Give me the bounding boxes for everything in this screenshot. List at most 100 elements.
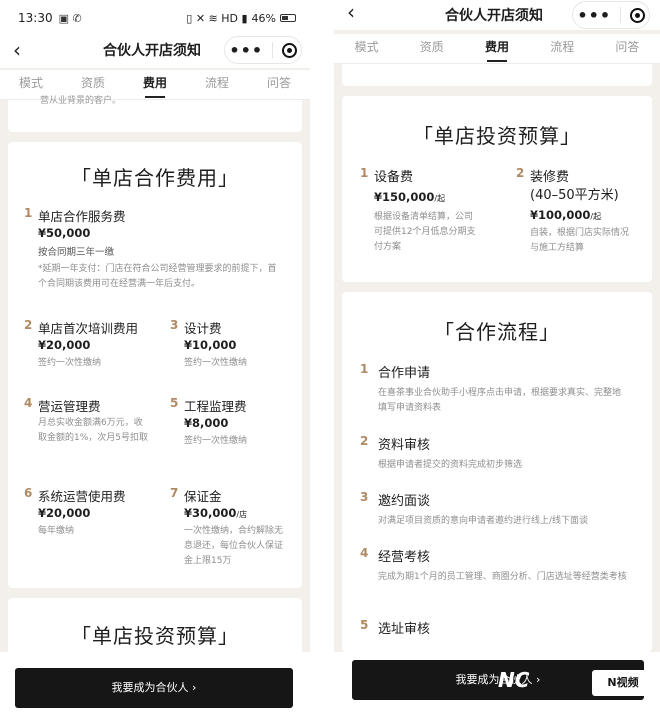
flow-step-3: 3 邀约面谈 对满足项目资质的意向申请者邀约进行线上/线下面谈 (360, 490, 640, 530)
fee-card-title: 「单店合作费用」 (71, 166, 239, 190)
invest-item-area: (40–50平方米) (530, 188, 619, 203)
tab-faq[interactable]: 问答 (248, 70, 310, 99)
n-video-watermark-logo: N视频 (592, 670, 654, 696)
close-target-icon[interactable] (281, 42, 297, 58)
invest-item-desc: 根据设备清单结算，公司可提供12个月低息分期支付方案 (374, 212, 476, 252)
previous-card-text: 营从业背景的客户。 (40, 96, 122, 106)
fee-item-name: 保证金 (184, 489, 222, 504)
flow-step-1: 1 合作申请 在喜茶事业合伙助手小程序点击申请，根据要求真实、完整地填写申请资料… (360, 362, 640, 422)
fee-item-price: ¥30,000/店 (184, 506, 247, 520)
tab-mode[interactable]: 模式 (334, 34, 399, 63)
previous-card-fragment (342, 64, 652, 86)
fee-item-number: 7 (170, 486, 179, 500)
battery-icon (280, 14, 296, 22)
fee-deferral-note: *延期一年支付：门店在符合公司经营管理要求的前提下，首个合同期该费用可在经营满一… (38, 264, 277, 289)
more-dots-icon[interactable]: ••• (229, 41, 263, 60)
fee-item-price: ¥10,000 (184, 338, 237, 352)
invest-item-desc: 自装，根据门店实际情况与施工方结算 (530, 228, 630, 253)
fee-item-name: 系统运营使用费 (38, 489, 126, 504)
close-target-icon[interactable] (629, 7, 645, 23)
fee-item-name: 设计费 (184, 321, 222, 336)
flow-step-4: 4 经营考核 完成为期1个月的员工管理、商圈分析、门店选址等经营类考核 (360, 546, 640, 606)
fee-item-name: 单店首次培训费用 (38, 321, 139, 336)
price-value: ¥150,000 (374, 190, 435, 204)
previous-card-fragment: 营从业背景的客户。 (8, 96, 302, 132)
invest-item-price: ¥150,000/起 (374, 190, 445, 204)
become-partner-button[interactable]: 我要成为合伙人 › (15, 668, 293, 708)
invest-item-name: 装修费 (530, 170, 570, 185)
right-screenshot: ‹ 合伙人开店须知 ••• 模式 资质 费用 流程 问答 「单店投资预算」 1 … (334, 0, 660, 716)
fee-item-price: ¥20,000 (38, 338, 91, 352)
flow-step-2: 2 资料审核 根据申请者提交的资料完成初步筛选 (360, 434, 640, 474)
fee-item-desc: 签约一次性缴纳 (38, 358, 102, 368)
fee-item-name: 工程监理费 (184, 399, 247, 414)
status-notification-icons: ▣ ✆ (58, 11, 82, 25)
flow-step-number: 1 (360, 362, 369, 376)
fee-item-desc: 一次性缴纳，合约解除无息退还，每位合伙人保证金上限15万 (184, 526, 284, 566)
flow-card: 「合作流程」 1 合作申请 在喜茶事业合伙助手小程序点击申请，根据要求真实、完整… (342, 292, 652, 652)
title-bar: ‹ 合伙人开店须知 ••• (334, 0, 660, 30)
flow-card-title: 「合作流程」 (434, 320, 560, 344)
fee-card: 「单店合作费用」 1 单店合作服务费 ¥50,000 按合同期三年一缴 *延期一… (8, 142, 302, 588)
invest-item-number: 2 (516, 166, 525, 180)
back-chevron-icon[interactable]: ‹ (0, 38, 34, 62)
flow-step-name: 资料审核 (378, 438, 431, 453)
flow-step-name: 邀约面谈 (378, 494, 431, 509)
fee-item-desc: 签约一次性缴纳 (184, 358, 248, 368)
flow-step-name: 合作申请 (378, 366, 431, 381)
flow-step-name: 经营考核 (378, 550, 431, 565)
flow-step-number: 5 (360, 618, 369, 632)
invest-item-name: 设备费 (374, 170, 414, 185)
mini-program-capsule: ••• (572, 1, 650, 29)
tab-fees[interactable]: 费用 (464, 34, 529, 63)
price-unit: /店 (236, 510, 248, 519)
capsule-divider (619, 7, 621, 23)
mini-program-capsule: ••• (224, 36, 302, 64)
fee-item-3: 3 设计费 ¥10,000 签约一次性缴纳 (170, 318, 288, 378)
fee-item-desc: 签约一次性缴纳 (184, 436, 248, 446)
fee-item-number: 6 (24, 486, 33, 500)
tab-fees[interactable]: 费用 (124, 70, 186, 99)
status-right: ▯ ✕ ≋ HD ▮ 46% (186, 12, 296, 25)
invest-card-preview: 「单店投资预算」 (8, 598, 302, 658)
tab-qualification[interactable]: 资质 (399, 34, 464, 63)
back-chevron-icon[interactable]: ‹ (334, 0, 368, 24)
capsule-divider (271, 42, 273, 58)
invest-item-2: 2 装修费 (40–50平方米) ¥100,000/起 自装，根据门店实际情况与… (516, 166, 646, 266)
signal-wifi-icon: ▯ ✕ ≋ HD ▮ (186, 11, 248, 25)
invest-item-number: 1 (360, 166, 369, 180)
fee-item-6: 6 系统运营使用费 ¥20,000 每年缴纳 (24, 486, 164, 546)
fee-item-4: 4 营运管理费 月总实收金额满6万元，收取金额的1%，次月5号扣取 (24, 396, 164, 466)
tab-bar: 模式 资质 费用 流程 问答 (334, 34, 660, 64)
fee-item-desc: 月总实收金额满6万元，收取金额的1%，次月5号扣取 (38, 418, 149, 443)
fee-item-number: 3 (170, 318, 179, 332)
invest-card: 「单店投资预算」 1 设备费 ¥150,000/起 根据设备清单结算，公司可提供… (342, 96, 652, 282)
tab-process[interactable]: 流程 (186, 70, 248, 99)
fee-item-number: 1 (24, 206, 33, 220)
flow-step-desc: 完成为期1个月的员工管理、商圈分析、门店选址等经营类考核 (378, 572, 627, 582)
battery-level: 46% (251, 11, 276, 25)
status-bar: 13:30 ▣ ✆ ▯ ✕ ≋ HD ▮ 46% (0, 0, 310, 36)
fee-item-desc: 每年缴纳 (38, 526, 75, 536)
flow-step-desc: 对满足项目资质的意向申请者邀约进行线上/线下面谈 (378, 516, 589, 526)
fee-item-number: 5 (170, 396, 179, 410)
invest-item-1: 1 设备费 ¥150,000/起 根据设备清单结算，公司可提供12个月低息分期支… (360, 166, 500, 266)
flow-step-number: 4 (360, 546, 369, 560)
flow-step-number: 3 (360, 490, 369, 504)
flow-step-5: 5 选址审核 (360, 618, 640, 642)
tab-process[interactable]: 流程 (530, 34, 595, 63)
price-value: ¥100,000 (530, 208, 591, 222)
price-value: ¥30,000 (184, 506, 237, 520)
fee-item-price: ¥8,000 (184, 416, 229, 430)
fee-item-number: 4 (24, 396, 33, 410)
price-unit: /起 (590, 212, 602, 221)
flow-step-desc: 根据申请者提交的资料完成初步筛选 (378, 460, 523, 470)
left-screenshot: 13:30 ▣ ✆ ▯ ✕ ≋ HD ▮ 46% ‹ 合伙人开店须知 ••• 模… (0, 0, 310, 716)
fee-item-price: ¥50,000 (38, 226, 91, 240)
fee-item-7: 7 保证金 ¥30,000/店 一次性缴纳，合约解除无息退还，每位合伙人保证金上… (170, 486, 290, 576)
more-dots-icon[interactable]: ••• (577, 6, 611, 25)
fee-item-2: 2 单店首次培训费用 ¥20,000 签约一次性缴纳 (24, 318, 164, 378)
fee-item-name: 营运管理费 (38, 399, 101, 414)
tab-faq[interactable]: 问答 (595, 34, 660, 63)
status-time: 13:30 (18, 11, 53, 25)
